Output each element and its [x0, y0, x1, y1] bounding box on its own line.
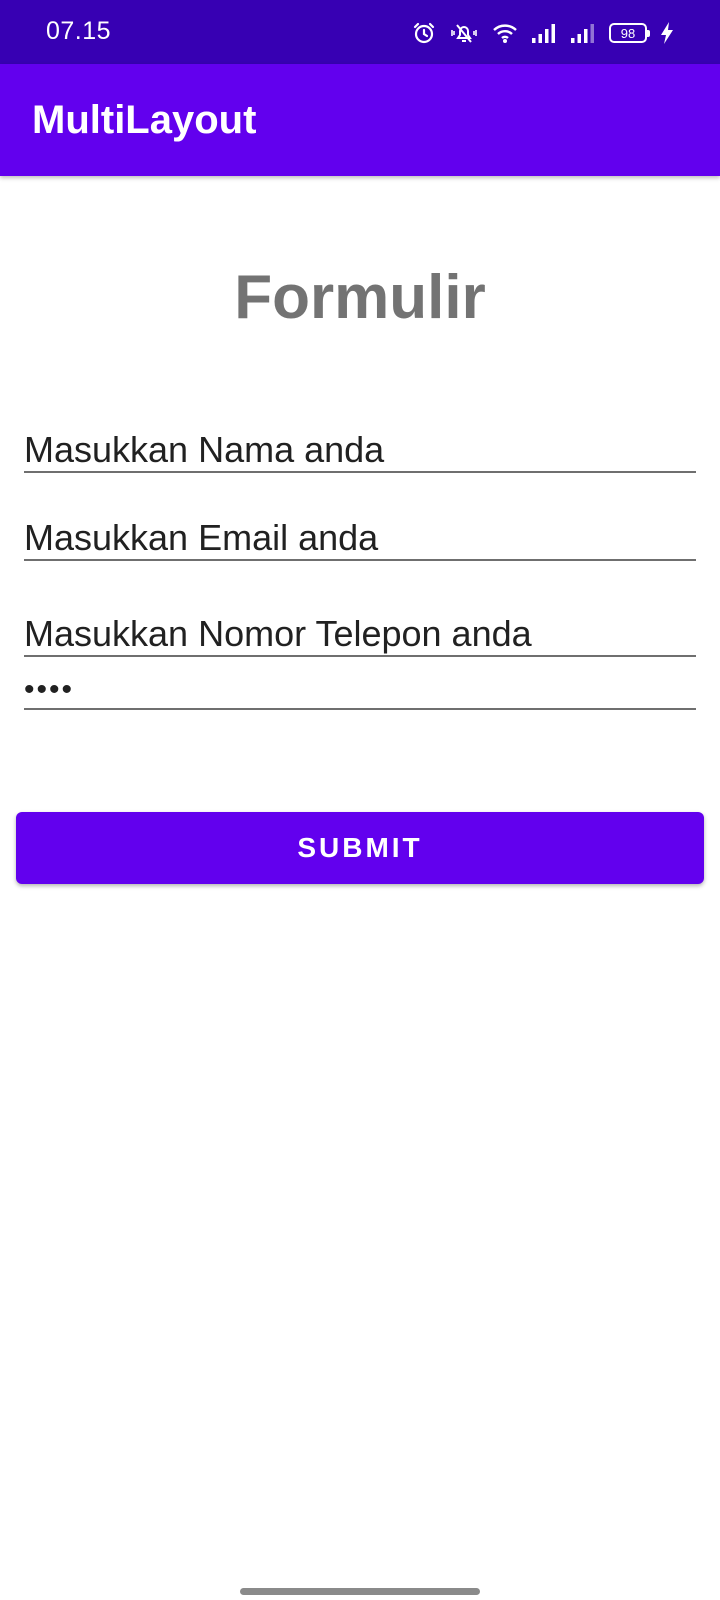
password-field[interactable]: •••• — [24, 672, 696, 710]
form-title: Formulir — [234, 263, 486, 332]
status-bar: 07.15 98 — [0, 0, 720, 64]
app-bar: MultiLayout — [0, 64, 720, 176]
charging-icon — [660, 21, 674, 45]
email-field[interactable]: Masukkan Email anda — [24, 516, 696, 562]
phone-field[interactable]: Masukkan Nomor Telepon anda — [24, 612, 696, 658]
submit-button[interactable]: SUBMIT — [16, 812, 704, 884]
home-indicator[interactable] — [240, 1588, 480, 1595]
status-time: 07.15 — [46, 17, 112, 45]
battery-icon: 98 — [609, 23, 650, 43]
wifi-icon — [492, 22, 518, 44]
alarm-icon — [412, 21, 436, 45]
app-title: MultiLayout — [32, 98, 257, 142]
name-field[interactable]: Masukkan Nama anda — [24, 428, 696, 474]
status-icons: 98 — [412, 18, 674, 48]
battery-level: 98 — [620, 25, 636, 41]
signal-icon — [531, 22, 557, 44]
signal-icon — [570, 22, 596, 44]
muted-bell-icon — [449, 21, 479, 45]
